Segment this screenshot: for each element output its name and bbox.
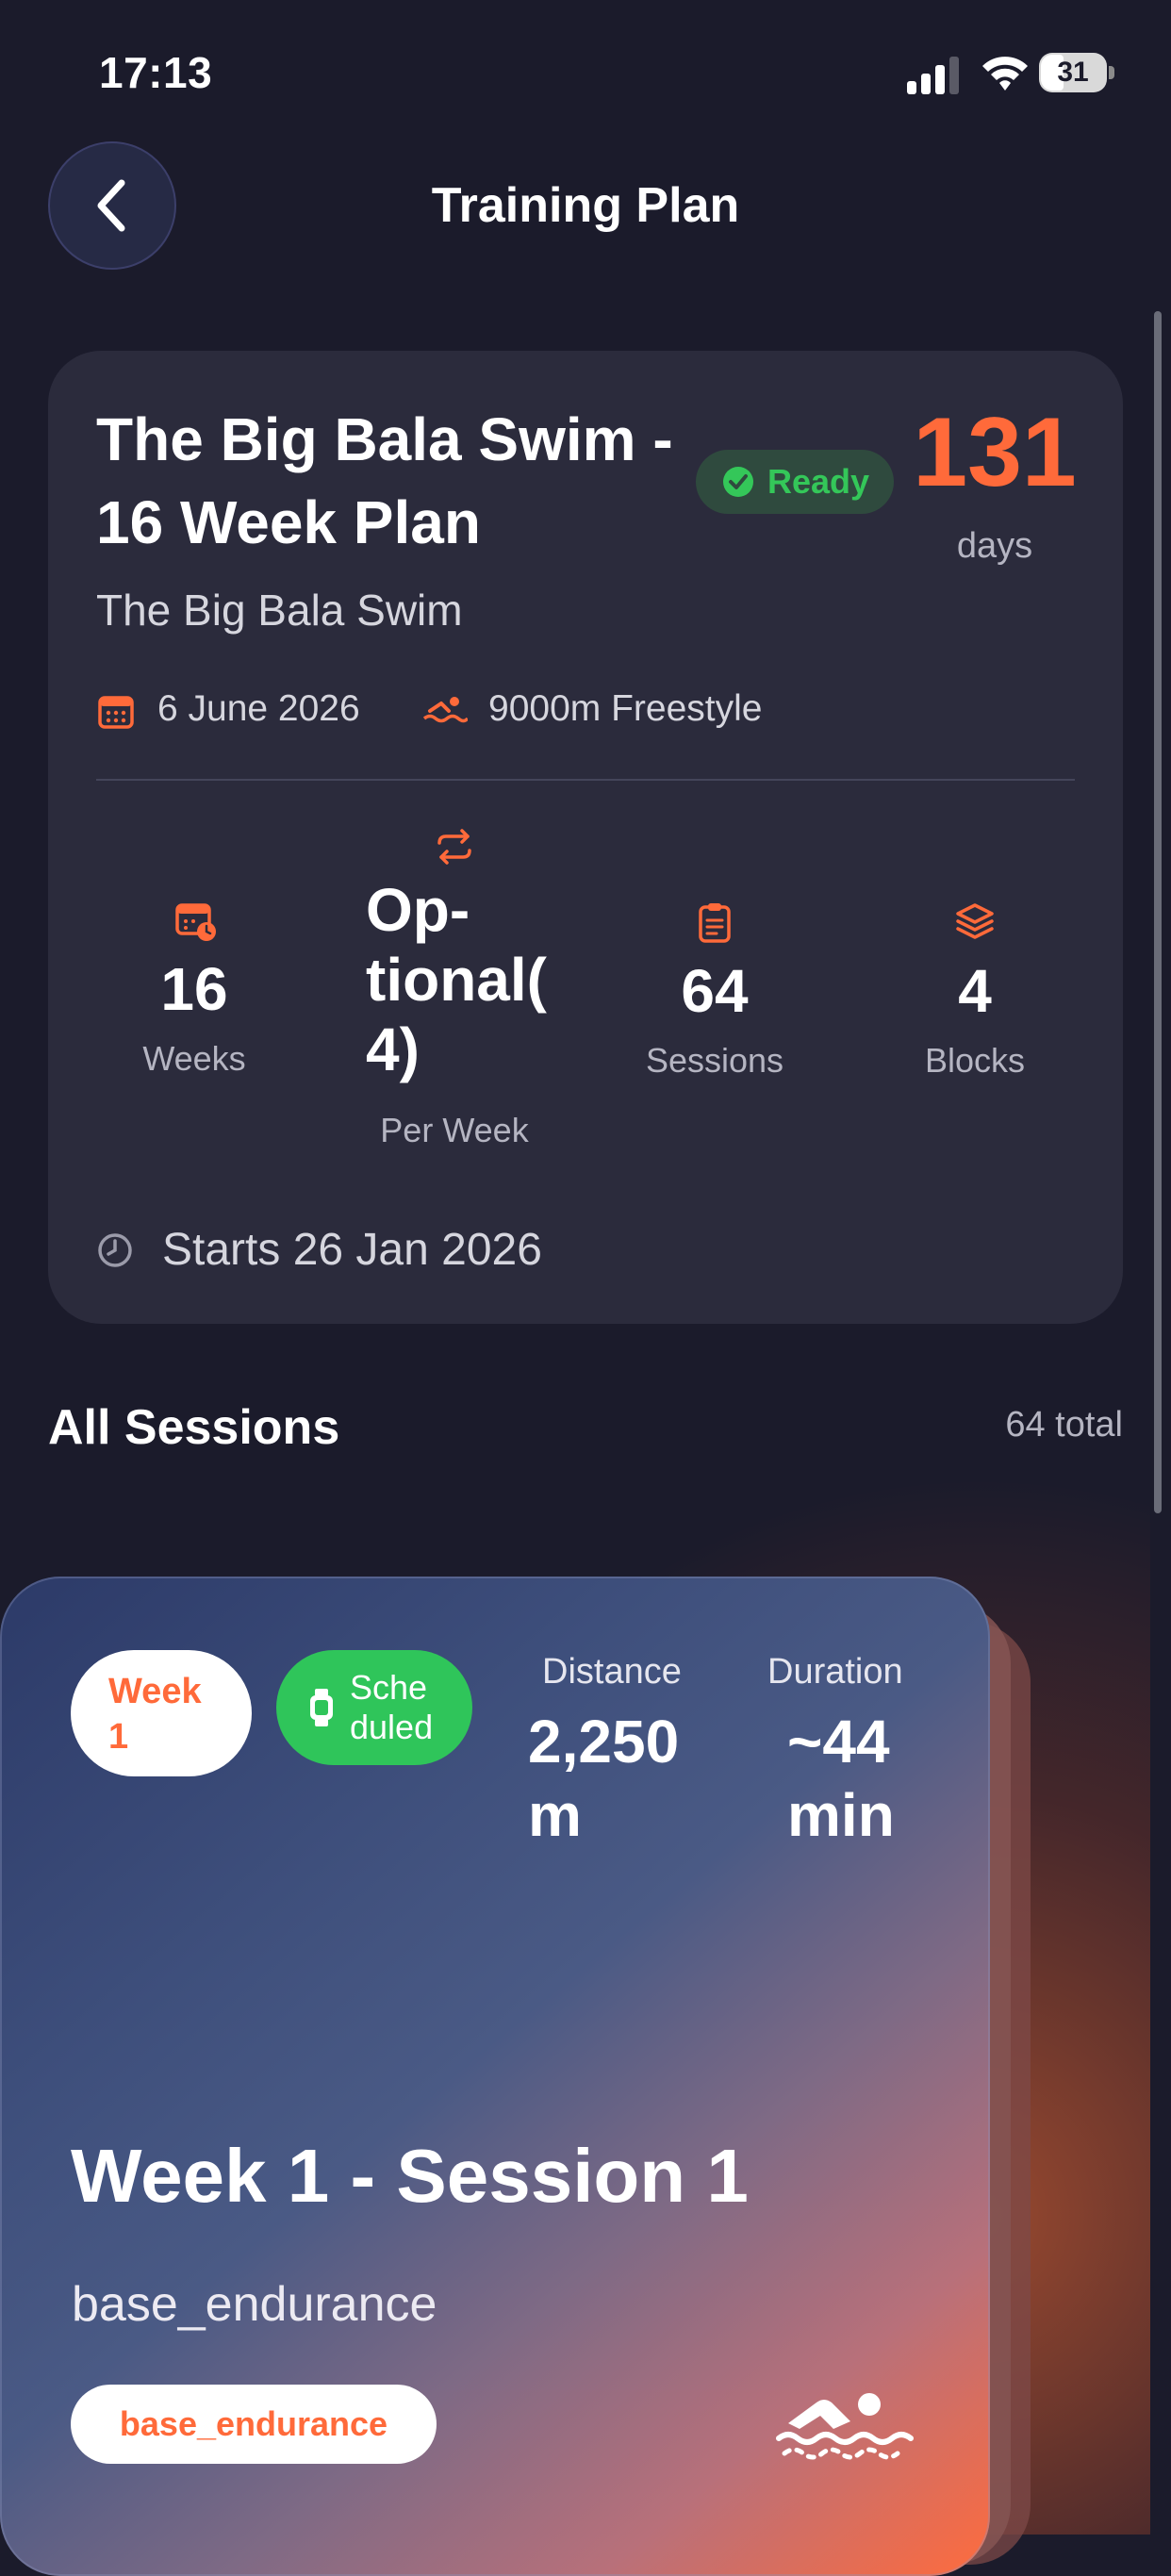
stat-frequency-value: Op- tional( 4) — [366, 876, 547, 1083]
stat-sessions-label: Sessions — [645, 1041, 784, 1080]
watch-icon — [310, 1689, 333, 1726]
event-date: 6 June 2026 — [157, 688, 360, 729]
calendar-icon — [98, 696, 134, 729]
swimmer-icon — [776, 2393, 914, 2460]
wifi-icon — [982, 57, 1028, 91]
distance-label: Distance — [542, 1652, 682, 1692]
stat-blocks-value: 4 — [958, 957, 992, 1025]
clipboard-icon — [699, 903, 731, 943]
divider — [96, 779, 1075, 781]
status-badge: Ready — [696, 450, 894, 514]
stat-sessions-value: 64 — [681, 957, 749, 1025]
calendar-clock-icon — [175, 903, 216, 941]
event-name: The Big Bala Swim — [96, 586, 463, 635]
event-distance: 9000m Freestyle — [488, 688, 763, 729]
days-remaining-label: days — [956, 526, 1033, 566]
stat-blocks-label: Blocks — [924, 1041, 1026, 1080]
signal-icon — [907, 57, 959, 94]
scheduled-label: Sche duled — [350, 1668, 434, 1746]
section-title: All Sessions — [48, 1400, 340, 1455]
duration-label: Duration — [767, 1652, 903, 1692]
scheduled-badge: Sche duled — [276, 1650, 472, 1765]
days-remaining-count: 131 — [913, 398, 1077, 507]
status-badge-label: Ready — [767, 462, 870, 501]
swimmer-icon — [422, 697, 468, 723]
battery-icon: 31 — [1039, 53, 1114, 94]
week-badge: Week 1 — [71, 1650, 252, 1776]
stat-weeks-label: Weeks — [142, 1039, 246, 1078]
battery-level: 31 — [1057, 57, 1089, 88]
plan-title: The Big Bala Swim - 16 Week Plan — [96, 405, 673, 556]
page-title: Training Plan — [431, 178, 740, 233]
session-subtitle: base_endurance — [72, 2277, 437, 2332]
scrollbar[interactable] — [1154, 311, 1162, 1513]
distance-value: 2,250 m — [528, 1708, 680, 1849]
layers-icon — [956, 903, 994, 939]
session-title: Week 1 - Session 1 — [71, 2134, 749, 2218]
repeat-icon — [437, 829, 471, 865]
section-count: 64 total — [1005, 1405, 1123, 1445]
session-tag: base_endurance — [71, 2385, 437, 2464]
status-time: 17:13 — [99, 48, 213, 97]
stat-frequency-label: Per Week — [380, 1111, 529, 1149]
clock-icon — [98, 1233, 132, 1267]
start-date: Starts 26 Jan 2026 — [162, 1225, 542, 1275]
duration-value: ~44 min — [787, 1708, 895, 1849]
stat-weeks-value: 16 — [160, 955, 228, 1023]
check-circle-icon — [723, 467, 753, 497]
